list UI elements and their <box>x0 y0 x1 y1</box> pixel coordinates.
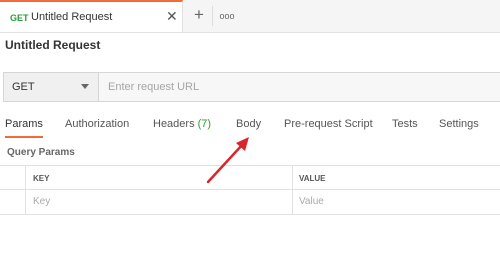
annotation-arrow <box>206 137 249 184</box>
annotation-arrow-shaft <box>206 142 245 184</box>
